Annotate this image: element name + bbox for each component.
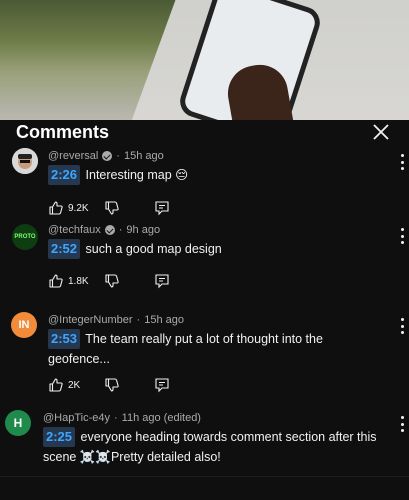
- comment-author[interactable]: @IntegerNumber: [48, 314, 133, 326]
- timestamp-link[interactable]: 2:52: [48, 239, 81, 259]
- comment-author[interactable]: @techfaux: [48, 224, 101, 236]
- bottom-divider: [0, 476, 409, 477]
- avatar[interactable]: IN: [11, 312, 37, 338]
- comment-body: 2:25 everyone heading towards comment se…: [43, 427, 393, 467]
- meta-separator: ·: [118, 224, 123, 236]
- comment-text: Interesting map 😔: [85, 168, 189, 182]
- timestamp-link[interactable]: 2:53: [48, 329, 81, 349]
- comment-author[interactable]: @reversal: [48, 150, 98, 162]
- comments-title: Comments: [16, 122, 110, 142]
- reply-icon[interactable]: [154, 200, 170, 216]
- meta-separator: ·: [116, 150, 120, 162]
- video-player[interactable]: [0, 0, 409, 120]
- like-count: 2K: [68, 379, 81, 391]
- like-count: 9.2K: [68, 202, 89, 214]
- avatar[interactable]: [12, 148, 38, 174]
- more-vert-icon[interactable]: [397, 318, 407, 334]
- comment-body: 2:26 Interesting map 😔: [48, 165, 388, 185]
- close-icon[interactable]: [370, 121, 392, 143]
- comment-text: The team really put a lot of thought int…: [48, 332, 323, 366]
- comment-body: 2:53 The team really put a lot of though…: [48, 329, 348, 369]
- comments-header: Comments: [0, 120, 409, 148]
- thumbs-down-icon[interactable]: [104, 273, 120, 289]
- avatar-initials: H: [13, 416, 23, 430]
- comment-meta: @IntegerNumber · 15h ago: [48, 314, 184, 326]
- comment-author[interactable]: @HapTic-e4y: [43, 412, 110, 424]
- more-vert-icon[interactable]: [397, 416, 407, 432]
- verified-check-icon: [104, 225, 115, 235]
- more-vert-icon[interactable]: [397, 228, 407, 244]
- comment-meta: @HapTic-e4y · 11h ago (edited): [43, 412, 201, 424]
- avatar-initials: IN: [18, 319, 30, 331]
- meta-separator: ·: [136, 314, 141, 326]
- comment-actions: 2K: [48, 377, 170, 393]
- meta-separator: ·: [114, 412, 118, 424]
- thumbs-up-icon[interactable]: [48, 377, 64, 393]
- thumbs-up-icon[interactable]: [48, 273, 64, 289]
- verified-check-icon: [102, 151, 113, 161]
- reply-icon[interactable]: [154, 273, 170, 289]
- reply-icon[interactable]: [154, 377, 170, 393]
- more-vert-icon[interactable]: [397, 154, 407, 170]
- timestamp-link[interactable]: 2:25: [43, 427, 76, 447]
- comment-actions: 9.2K: [48, 200, 170, 216]
- comment-meta: @techfaux · 9h ago: [48, 224, 160, 236]
- comment-time: 15h ago: [123, 150, 164, 162]
- thumbs-down-icon[interactable]: [104, 200, 120, 216]
- thumbs-up-icon[interactable]: [48, 200, 64, 216]
- timestamp-link[interactable]: 2:26: [48, 165, 81, 185]
- avatar[interactable]: H: [5, 410, 31, 436]
- avatar-logo: PROTO: [14, 234, 36, 240]
- comment-time: 9h ago: [126, 224, 161, 236]
- comment-meta: @reversal · 15h ago: [48, 150, 164, 162]
- like-count: 1.8K: [68, 275, 89, 287]
- thumbs-down-icon[interactable]: [104, 377, 120, 393]
- comment-body: 2:52 such a good map design: [48, 239, 388, 259]
- comment-time: 11h ago (edited): [121, 412, 201, 424]
- comment-text: such a good map design: [85, 242, 222, 256]
- avatar[interactable]: PROTO: [12, 224, 38, 250]
- comment-text: everyone heading towards comment section…: [43, 430, 377, 464]
- comment-actions: 1.8K: [48, 273, 170, 289]
- comment-time: 15h ago: [144, 314, 184, 326]
